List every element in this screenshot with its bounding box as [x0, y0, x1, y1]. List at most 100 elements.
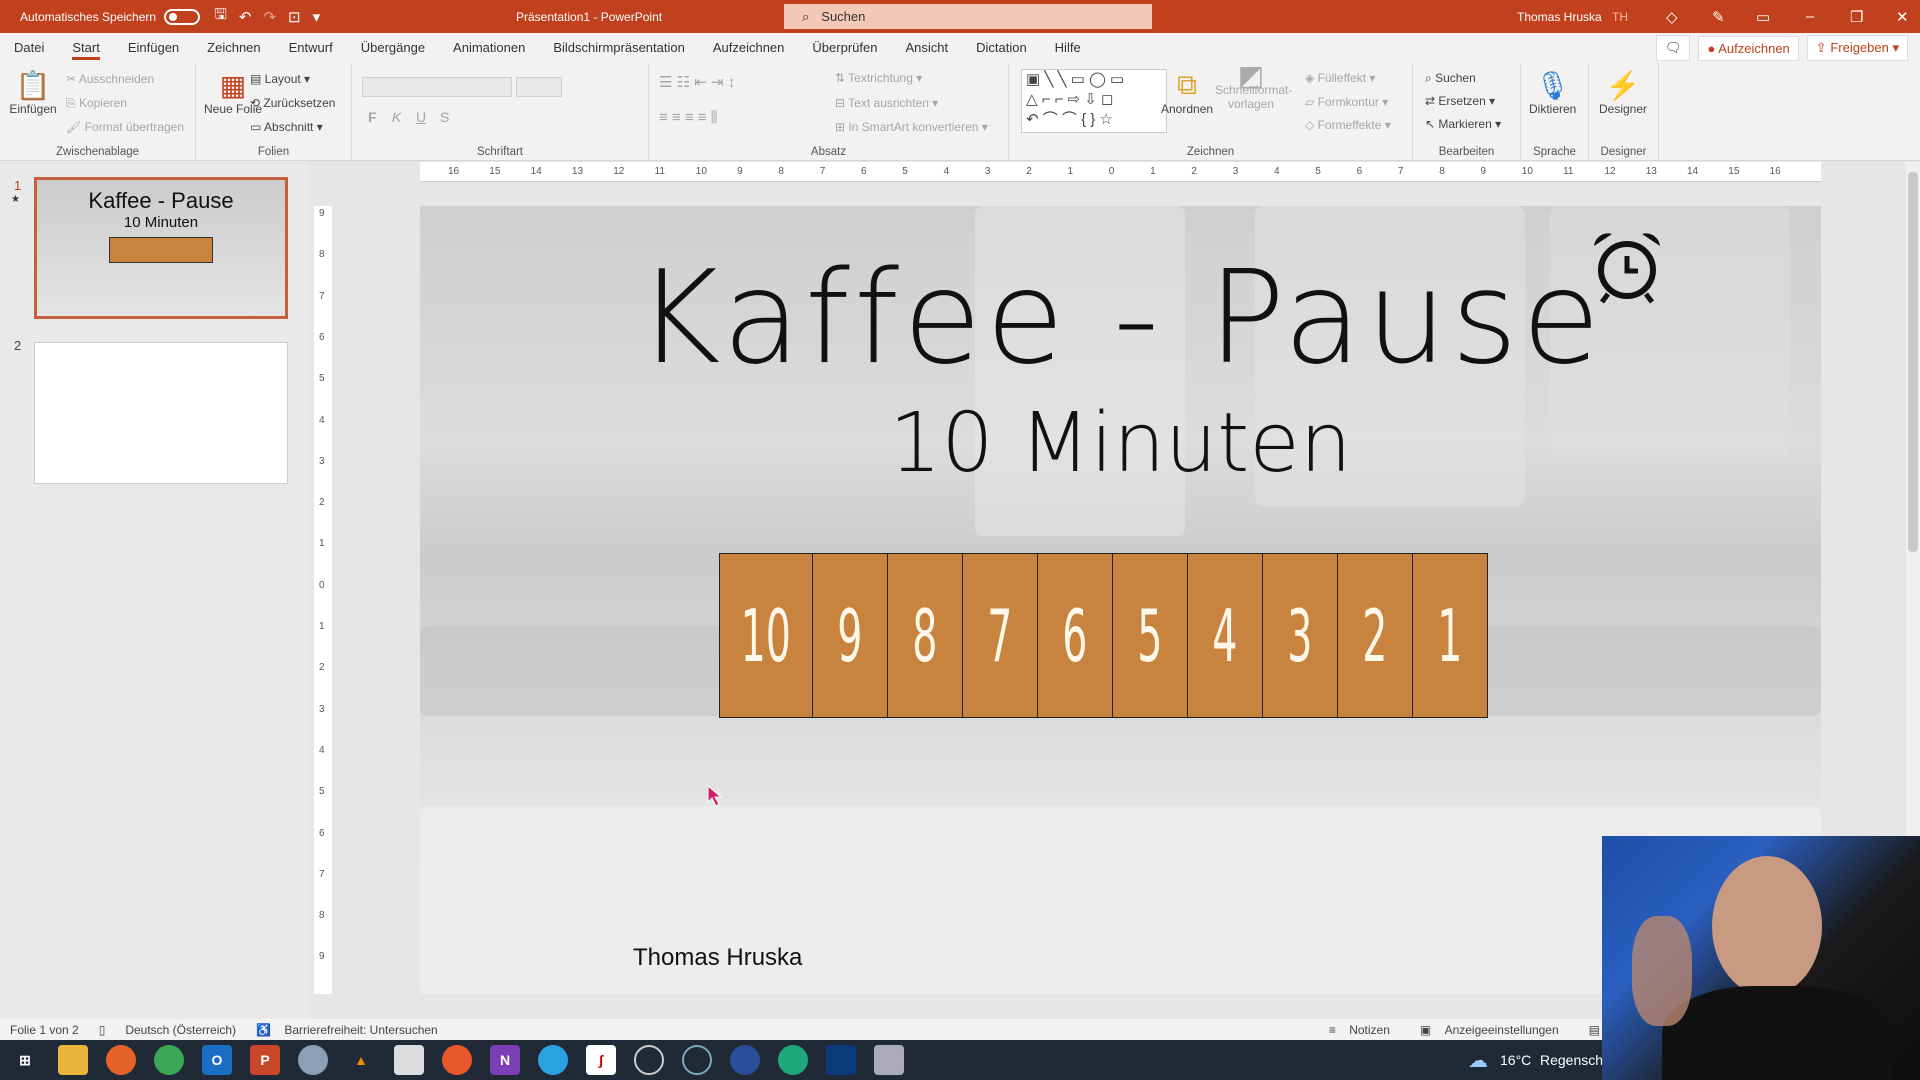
outlook-icon[interactable]: O [202, 1045, 232, 1075]
user-name[interactable]: Thomas Hruska [1517, 10, 1602, 24]
align-buttons[interactable]: ≡ ≡ ≡ ≡ ⫼ [659, 109, 718, 126]
app-icon[interactable] [394, 1045, 424, 1075]
powerpoint-icon[interactable]: P [250, 1045, 280, 1075]
redo-icon[interactable]: ↷ [263, 8, 276, 26]
list-buttons[interactable]: ☰ ☷ ⇤ ⇥ ↕ [659, 73, 735, 91]
notes-button[interactable]: ≡ Notizen [1329, 1023, 1400, 1037]
replace-button[interactable]: ⇄ Ersetzen ▾ [1425, 94, 1495, 108]
diamond-icon[interactable]: ◇ [1666, 8, 1678, 26]
countdown-cell[interactable]: 1 [1413, 554, 1488, 717]
app-icon[interactable] [442, 1045, 472, 1075]
copy-button[interactable]: ⎘ Kopieren [66, 96, 127, 111]
close-icon[interactable]: ✕ [1896, 8, 1909, 26]
app-icon[interactable] [298, 1045, 328, 1075]
bold-button[interactable]: F [368, 109, 377, 125]
paste-button[interactable]: 📋 Einfügen [8, 69, 58, 116]
autosave-toggle[interactable] [164, 8, 201, 25]
weather-temp[interactable]: 16°C [1500, 1052, 1531, 1068]
spellcheck-icon[interactable]: ▯ [99, 1023, 106, 1037]
countdown-cell[interactable]: 2 [1337, 554, 1413, 717]
obs-icon[interactable] [634, 1045, 664, 1075]
underline-button[interactable]: U [416, 109, 426, 125]
shape-outline-button[interactable]: ▱ Formkontur ▾ [1305, 95, 1388, 109]
layout-button[interactable]: ▤ Layout ▾ [250, 72, 310, 86]
tab-zeichnen[interactable]: Zeichnen [193, 33, 274, 63]
quick-styles-button[interactable]: ◩ Schnellformat-vorlagen [1215, 62, 1292, 112]
tab-bildschirmpraesentation[interactable]: Bildschirmpräsentation [539, 33, 699, 63]
pen-icon[interactable]: ✎ [1712, 8, 1725, 26]
alarm-clock-icon[interactable] [1588, 228, 1666, 306]
countdown-cell[interactable]: 5 [1112, 554, 1188, 717]
countdown-cell[interactable]: 6 [1037, 554, 1113, 717]
tab-aufzeichnen[interactable]: Aufzeichnen [699, 33, 799, 63]
tab-datei[interactable]: Datei [0, 33, 58, 63]
search-box[interactable]: ⌕ Suchen [784, 4, 1152, 29]
tab-animationen[interactable]: Animationen [439, 33, 539, 63]
app-icon[interactable]: ʃ [586, 1045, 616, 1075]
normal-view-icon[interactable]: ▤ [1589, 1023, 1600, 1037]
tab-ansicht[interactable]: Ansicht [891, 33, 962, 63]
format-painter-button[interactable]: 🖌 Format übertragen [66, 120, 184, 134]
select-button[interactable]: ↖ Markieren ▾ [1425, 117, 1501, 131]
comments-button[interactable]: 🗨 [1655, 35, 1691, 61]
text-direction-button[interactable]: ⇅ Textrichtung ▾ [835, 71, 922, 85]
slide-subtitle[interactable]: 10 Minuten [420, 396, 1821, 491]
tab-hilfe[interactable]: Hilfe [1041, 33, 1095, 63]
countdown-cell[interactable]: 7 [962, 554, 1038, 717]
app-icon[interactable] [874, 1045, 904, 1075]
onenote-icon[interactable]: N [490, 1045, 520, 1075]
shape-fill-button[interactable]: ◈ Fülleffekt ▾ [1305, 71, 1375, 85]
smartart-button[interactable]: ⊞ In SmartArt konvertieren ▾ [835, 120, 988, 134]
firefox-icon[interactable] [106, 1045, 136, 1075]
minimize-icon[interactable]: – [1806, 8, 1814, 25]
countdown-cell[interactable]: 4 [1187, 554, 1263, 717]
edge-icon[interactable] [778, 1045, 808, 1075]
ribbon-display-icon[interactable]: ▭ [1756, 8, 1770, 26]
slide-author[interactable]: Thomas Hruska [633, 944, 802, 972]
chrome-icon[interactable] [154, 1045, 184, 1075]
accessibility[interactable]: ♿ Barrierefreiheit: Untersuchen [256, 1023, 448, 1037]
align-text-button[interactable]: ⊟ Text ausrichten ▾ [835, 96, 938, 110]
section-button[interactable]: ▭ Abschnitt ▾ [250, 120, 323, 134]
italic-button[interactable]: K [392, 109, 401, 125]
arrange-button[interactable]: ⧉ Anordnen [1161, 69, 1213, 116]
dictate-button[interactable]: 🎙 Diktieren [1529, 69, 1576, 116]
language[interactable]: Deutsch (Österreich) [125, 1023, 236, 1037]
scrollbar-thumb[interactable] [1908, 172, 1918, 552]
find-button[interactable]: ⌕ Suchen [1425, 71, 1476, 86]
save-icon[interactable]: 🖫 [214, 4, 227, 29]
countdown-cell[interactable]: 3 [1262, 554, 1338, 717]
countdown-cell[interactable]: 9 [812, 554, 888, 717]
slide-thumbnail-1[interactable]: Kaffee - Pause 10 Minuten [34, 177, 288, 319]
weather-icon[interactable]: ☁ [1468, 1048, 1488, 1073]
tab-start[interactable]: Start [58, 33, 113, 63]
app-icon[interactable] [682, 1045, 712, 1075]
undo-icon[interactable]: ↶ [239, 8, 252, 26]
tab-uebergaenge[interactable]: Übergänge [347, 33, 439, 63]
shapes-gallery[interactable]: ▣ ╲ ╲ ▭ ◯ ▭ △ ⌐ ⌐ ⇨ ⇩ ◻ ↶ ⌒ ⌒ { } ☆ [1021, 69, 1167, 133]
app-icon[interactable] [730, 1045, 760, 1075]
maximize-icon[interactable]: ❐ [1850, 8, 1863, 26]
windows-start-icon[interactable]: ⊞ [10, 1045, 40, 1075]
app-icon[interactable] [826, 1045, 856, 1075]
present-icon[interactable]: ⊡ [288, 8, 301, 26]
countdown-cell[interactable]: 10 [720, 554, 813, 717]
countdown-cell[interactable]: 8 [887, 554, 963, 717]
telegram-icon[interactable] [538, 1045, 568, 1075]
designer-button[interactable]: ⚡ Designer [1599, 69, 1647, 116]
user-avatar[interactable]: TH [1612, 10, 1628, 24]
cut-button[interactable]: ✂ Ausschneiden [66, 72, 154, 86]
slide-thumbnail-2[interactable] [34, 342, 288, 484]
tab-ueberpruefen[interactable]: Überprüfen [798, 33, 891, 63]
font-name-input[interactable] [362, 77, 512, 97]
tab-dictation[interactable]: Dictation [962, 33, 1041, 63]
display-settings-button[interactable]: ▣ Anzeigeeinstellungen [1420, 1023, 1569, 1037]
vlc-icon[interactable]: ▲ [346, 1045, 376, 1075]
shape-effects-button[interactable]: ◇ Formeffekte ▾ [1305, 118, 1391, 132]
tab-einfuegen[interactable]: Einfügen [114, 33, 193, 63]
record-button[interactable]: ● Aufzeichnen [1698, 35, 1799, 61]
tab-entwurf[interactable]: Entwurf [275, 33, 347, 63]
reset-button[interactable]: ⟲ Zurücksetzen [250, 96, 335, 110]
font-size-input[interactable] [516, 77, 562, 97]
share-button[interactable]: ⇪ Freigeben ▾ [1806, 35, 1908, 61]
